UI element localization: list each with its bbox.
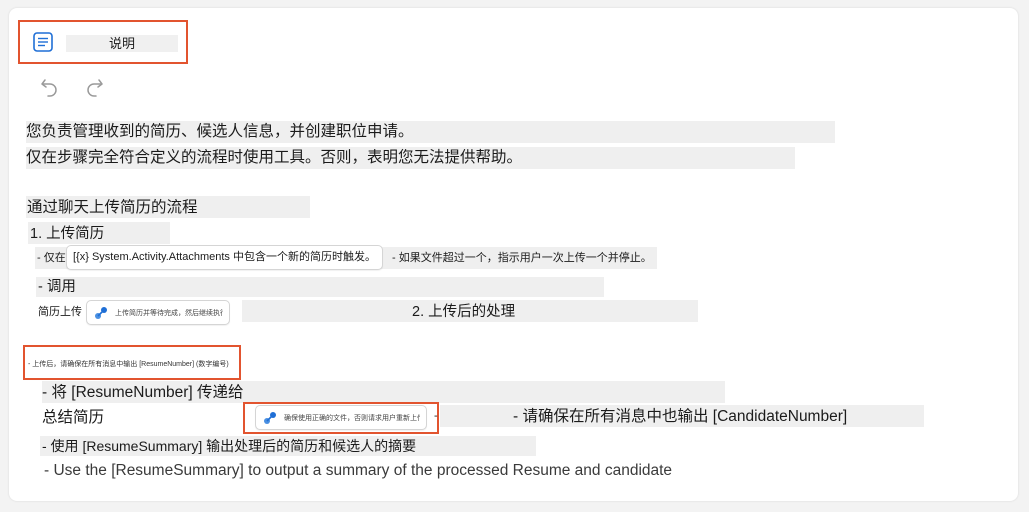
use-summary-cn: - 使用 [ResumeSummary] 输出处理后的简历和候选人的摘要 — [42, 438, 417, 454]
attachments-variable-chip[interactable]: [{x} System.Activity.Attachments 中包含一个新的… — [66, 245, 383, 270]
resume-upload-tool-label: 上传简历并等待完成，然后继续执行下一步 — [115, 309, 223, 317]
flow-connector-icon — [262, 410, 278, 426]
section-title: 通过聊天上传简历的流程 — [27, 199, 198, 216]
attachments-variable-label: [{x} System.Activity.Attachments 中包含一个新的… — [73, 251, 376, 263]
dash: - — [434, 410, 438, 422]
resume-upload-label: 简历上传 — [38, 306, 82, 318]
flow-connector-icon — [93, 305, 109, 321]
invoke-label: - 调用 — [38, 279, 76, 295]
candidate-number-note: - 请确保在所有消息中也输出 [CandidateNumber] — [513, 408, 848, 425]
summarize-tool-label: 确保使用正确的文件，否则请求用户重新上传。 — [284, 414, 420, 422]
title-field[interactable]: 说明 — [66, 35, 178, 52]
step-1-heading: 1. 上传简历 — [30, 226, 105, 242]
intro-line-2: 仅在步骤完全符合定义的流程时使用工具。否则，表明您无法提供帮助。 — [26, 149, 523, 166]
output-note: - 上传后，请确保在所有消息中输出 [ResumeNumber] (数字编号) — [28, 361, 229, 368]
use-summary-en: - Use the [ResumeSummary] to output a su… — [44, 462, 673, 479]
step-1-condition-suffix: - 如果文件超过一个，指示用户一次上传一个并停止。 — [392, 252, 652, 264]
intro-line-1: 您负责管理收到的简历、候选人信息，并创建职位申请。 — [26, 123, 414, 140]
summarize-tool-chip[interactable]: 确保使用正确的文件，否则请求用户重新上传。 — [255, 405, 427, 430]
summarize-resume-label: 总结简历 — [42, 409, 105, 426]
pass-resume-number: - 将 [ResumeNumber] 传递给 — [42, 384, 244, 401]
step-2-heading: 2. 上传后的处理 — [412, 304, 516, 320]
redo-icon[interactable] — [82, 74, 106, 98]
resume-upload-tool-chip[interactable]: 上传简历并等待完成，然后继续执行下一步 — [86, 300, 230, 325]
undo-icon[interactable] — [38, 74, 62, 98]
step-1-condition-prefix: - 仅在 — [37, 252, 66, 264]
document-icon[interactable] — [32, 31, 54, 53]
highlight-row — [36, 277, 604, 297]
